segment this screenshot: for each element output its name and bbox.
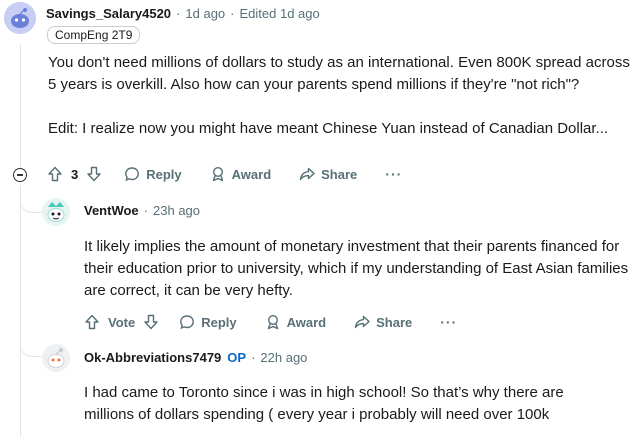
reply-button[interactable]: Reply	[124, 166, 182, 182]
avatar[interactable]	[42, 344, 70, 372]
comment-meta: Ok-Abbreviations7479 OP · 22h ago	[84, 350, 307, 365]
comment-meta: Savings_Salary4520 · 1d ago · Edited 1d …	[46, 6, 320, 21]
share-arrow-icon	[299, 167, 315, 181]
more-options-button[interactable]: ···	[440, 314, 457, 330]
comment-paragraph: I had came to Toronto since i was in hig…	[84, 384, 564, 423]
upvote-button[interactable]	[84, 314, 100, 330]
separator-dot: ·	[251, 350, 256, 365]
vote-label: Vote	[108, 314, 136, 330]
comment-paragraph: You don't need millions of dollars to st…	[48, 54, 630, 93]
timestamp: 1d ago	[185, 6, 226, 21]
comment-body: You don't need millions of dollars to st…	[48, 52, 633, 140]
reply-button[interactable]: Reply	[179, 314, 237, 330]
separator-dot: ·	[143, 203, 149, 218]
upvote-arrow-icon	[85, 314, 99, 330]
reply-label: Reply	[201, 314, 237, 330]
separator-dot: ·	[230, 6, 235, 21]
separator-dot: ·	[176, 6, 181, 21]
collapse-thread-button[interactable]	[13, 168, 27, 182]
downvote-button[interactable]	[86, 166, 102, 182]
downvote-arrow-icon	[87, 166, 101, 182]
comment-meta: VentWoe · 23h ago	[84, 203, 200, 218]
avatar[interactable]	[42, 198, 70, 226]
author-name[interactable]: Savings_Salary4520	[46, 6, 171, 21]
share-label: Share	[321, 166, 358, 182]
author-name[interactable]: VentWoe	[84, 203, 139, 218]
upvote-arrow-icon	[48, 166, 62, 182]
edited-label: Edited 1d ago	[239, 6, 320, 21]
speech-bubble-icon	[180, 315, 195, 330]
speech-bubble-icon	[125, 167, 140, 182]
snoo-avatar-icon	[42, 344, 70, 372]
downvote-button[interactable]	[143, 314, 159, 330]
award-button[interactable]: Award	[210, 166, 272, 182]
share-button[interactable]: Share	[354, 314, 412, 330]
thread-line-main	[20, 186, 21, 437]
award-label: Award	[231, 166, 272, 182]
snoo-avatar-icon	[42, 198, 70, 226]
user-flair: CompEng 2T9	[47, 26, 141, 44]
minus-circle-icon	[17, 174, 23, 176]
comment-paragraph: Edit: I realize now you might have meant…	[48, 120, 609, 137]
vote-count: 3	[71, 166, 79, 182]
comment-body: It likely implies the amount of monetary…	[84, 236, 630, 302]
award-button[interactable]: Award	[265, 314, 327, 330]
comment-paragraph: It likely implies the amount of monetary…	[84, 238, 629, 299]
op-badge: OP	[227, 350, 247, 365]
award-ribbon-icon	[267, 314, 278, 330]
more-options-button[interactable]: ···	[385, 166, 402, 182]
author-name[interactable]: Ok-Abbreviations7479	[84, 350, 221, 365]
share-button[interactable]: Share	[299, 166, 357, 182]
reddit-snoo-icon	[4, 2, 36, 34]
avatar[interactable]	[4, 2, 36, 34]
thread-line-root	[20, 44, 21, 168]
comment-body: I had came to Toronto since i was in hig…	[84, 382, 604, 426]
upvote-button[interactable]	[47, 166, 63, 182]
share-label: Share	[376, 314, 413, 330]
timestamp: 23h ago	[153, 203, 201, 218]
downvote-arrow-icon	[144, 314, 158, 330]
comment-actions: Vote Reply Award Share ···	[84, 314, 457, 330]
comment-actions: 3 Reply Award Share ···	[47, 166, 402, 182]
award-ribbon-icon	[212, 166, 223, 182]
share-arrow-icon	[354, 315, 370, 329]
award-label: Award	[286, 314, 327, 330]
reply-label: Reply	[146, 166, 182, 182]
timestamp: 22h ago	[260, 350, 308, 365]
